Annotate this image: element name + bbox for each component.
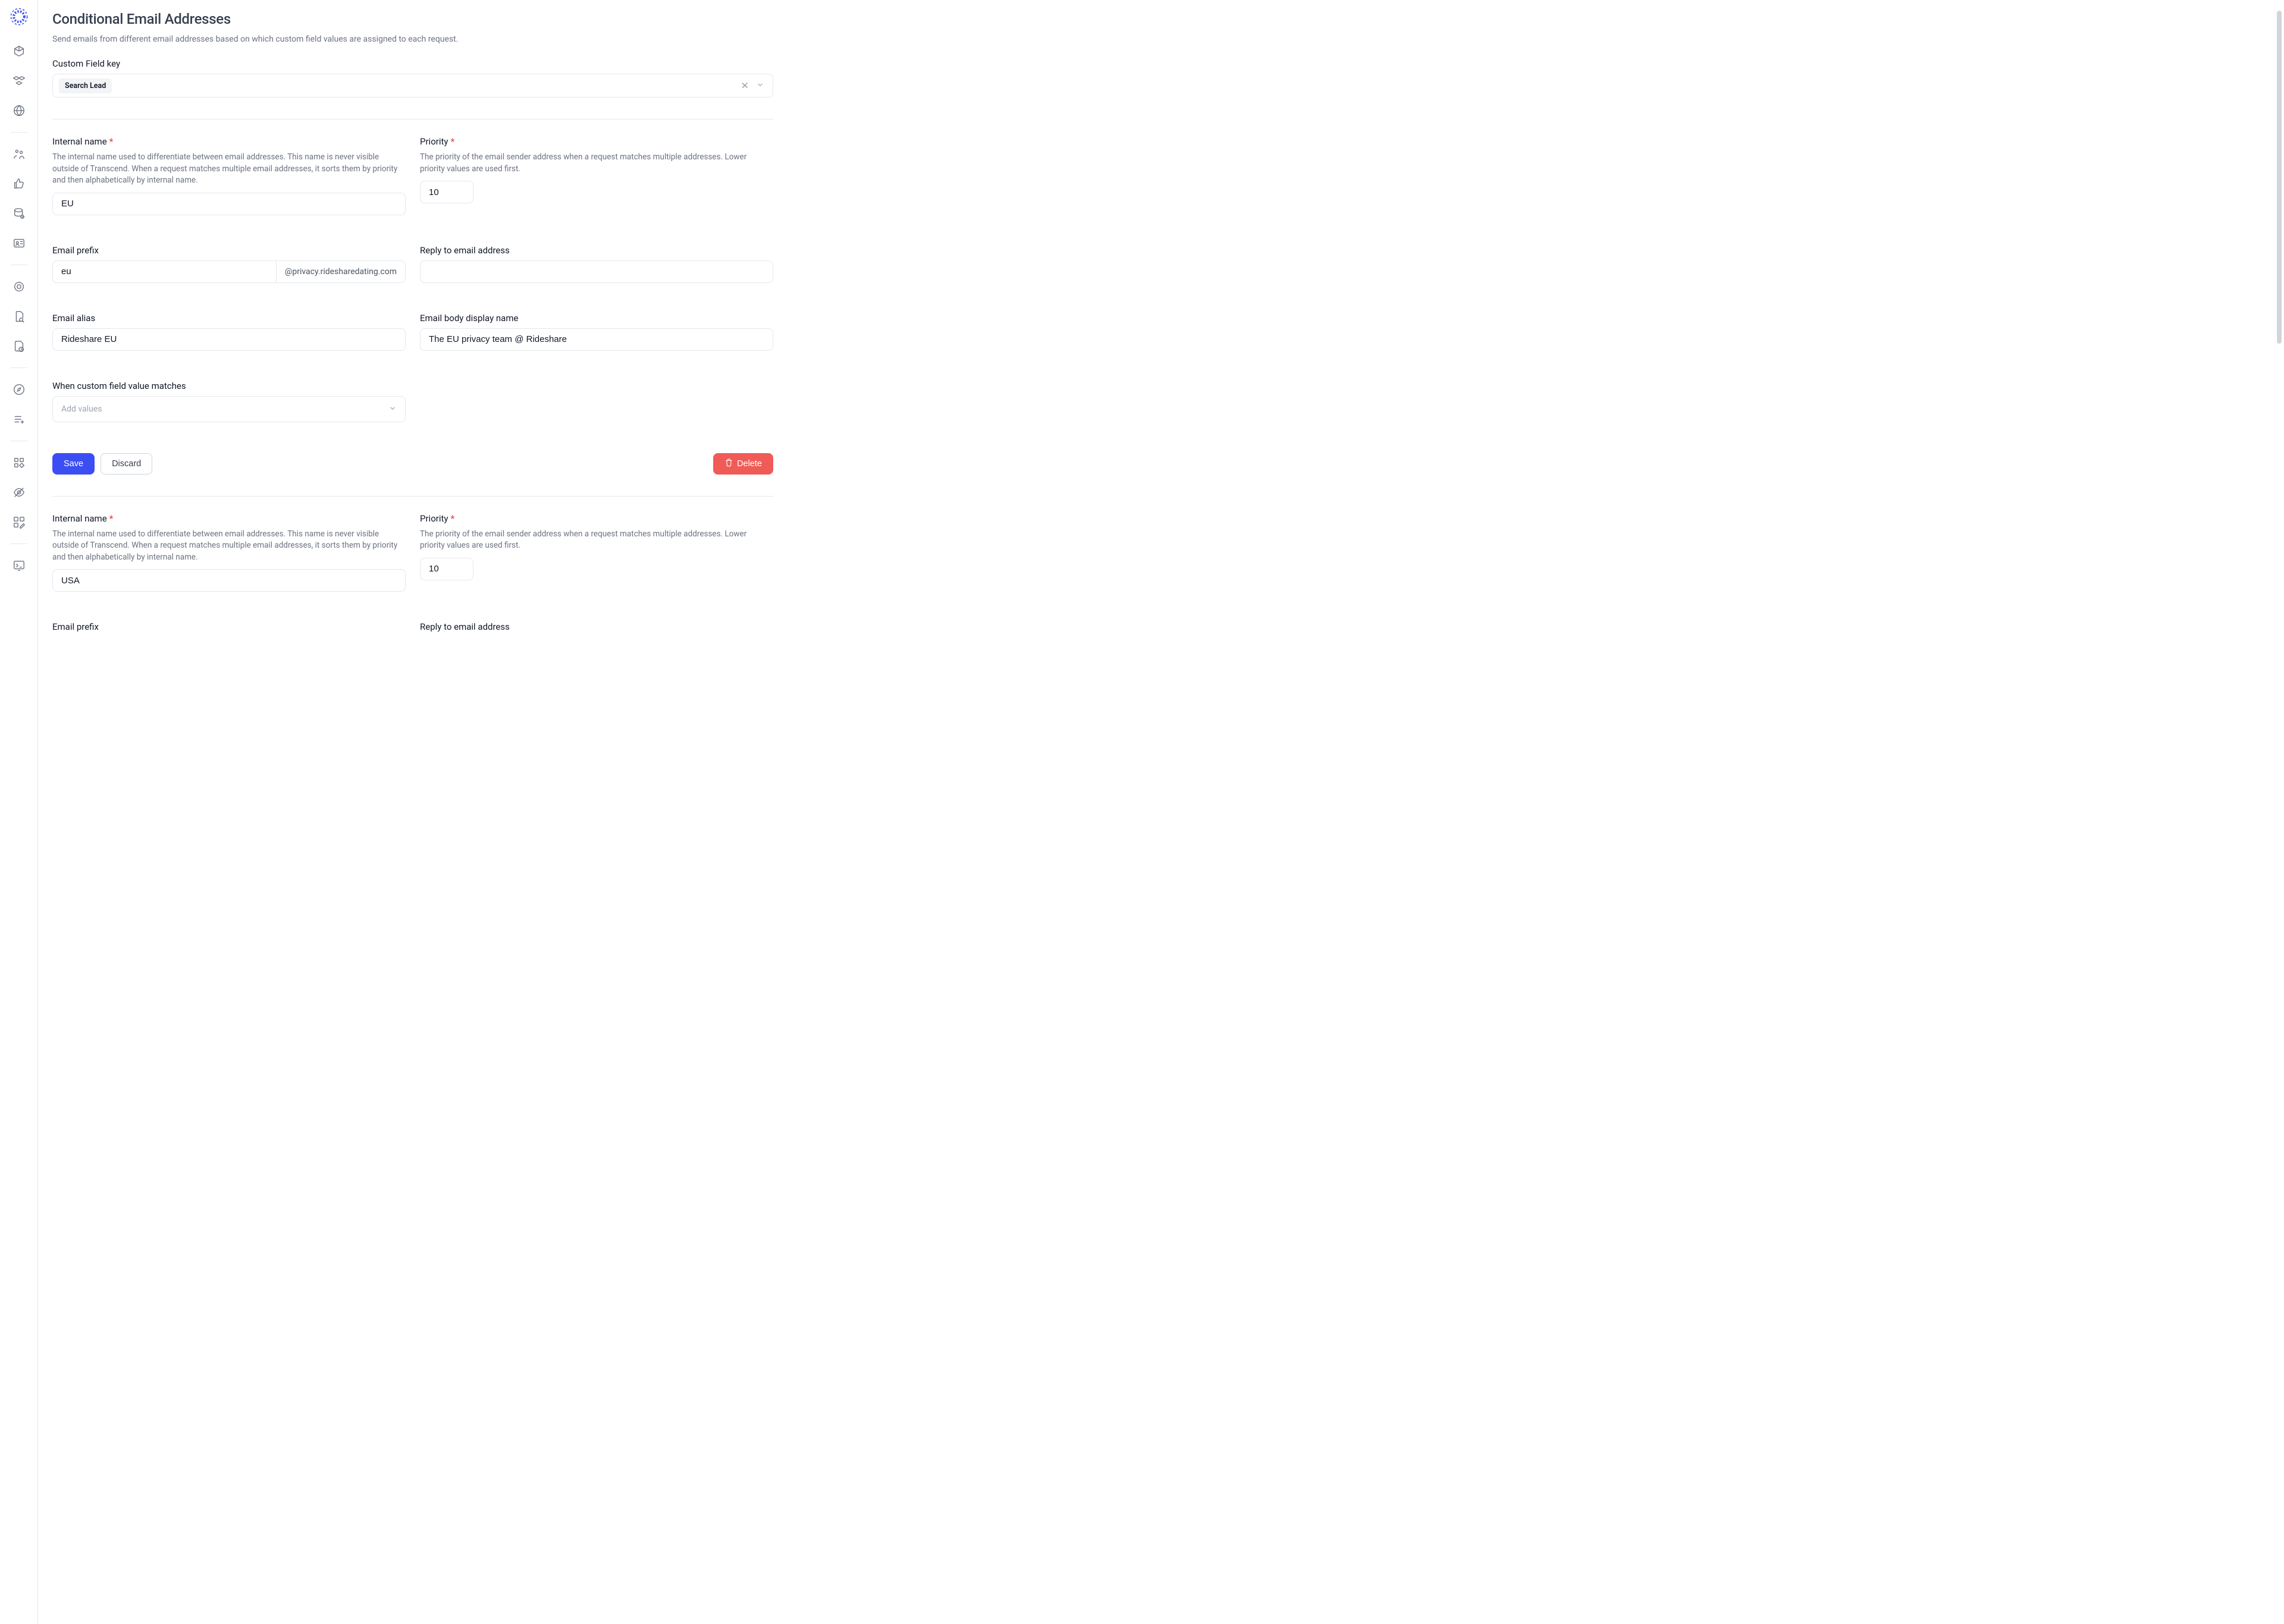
nav-globe-icon[interactable] <box>6 98 32 124</box>
discard-button[interactable]: Discard <box>101 453 152 475</box>
custom-field-key-select[interactable]: Search Lead ✕ <box>52 74 773 98</box>
nav-widgets-icon[interactable] <box>6 450 32 476</box>
priority-label-text: Priority <box>420 513 448 524</box>
nav-database-icon[interactable] <box>6 200 32 227</box>
custom-field-key-chip: Search Lead <box>59 78 112 93</box>
nav-search-icon[interactable] <box>6 274 32 300</box>
internal-name-input[interactable] <box>52 193 406 215</box>
priority-field: Priority* The priority of the email send… <box>420 136 773 203</box>
page-description: Send emails from different email address… <box>52 34 773 44</box>
matches-select[interactable]: Add values <box>52 396 406 422</box>
nav-eyeoff-icon[interactable] <box>6 479 32 505</box>
reply-to-field: Reply to email address <box>420 245 773 283</box>
reply-to-input[interactable] <box>420 260 773 283</box>
priority-label: Priority* <box>420 513 773 524</box>
nav-idcard-icon[interactable] <box>6 230 32 256</box>
email-prefix-field: Email prefix @privacy.ridesharedating.co… <box>52 245 406 283</box>
priority-input[interactable] <box>420 558 473 580</box>
main-content: Conditional Email Addresses Send emails … <box>38 0 2284 1624</box>
nav-people-icon[interactable] <box>6 141 32 167</box>
delete-button-label: Delete <box>737 459 762 469</box>
nav-separator <box>11 132 27 133</box>
email-prefix-input[interactable] <box>52 260 277 283</box>
internal-name-label-text: Internal name <box>52 513 107 524</box>
email-alias-input[interactable] <box>52 328 406 351</box>
conditional-email-entry: Internal name* The internal name used to… <box>52 513 773 637</box>
nav-file-clock-icon[interactable] <box>6 333 32 359</box>
nav-thumbsup-icon[interactable] <box>6 171 32 197</box>
priority-help: The priority of the email sender address… <box>420 152 773 175</box>
page-title: Conditional Email Addresses <box>52 11 773 27</box>
internal-name-label: Internal name* <box>52 136 406 147</box>
required-asterisk: * <box>450 136 454 147</box>
matches-placeholder: Add values <box>61 404 102 414</box>
email-prefix-label: Email prefix <box>52 621 406 632</box>
email-alias-field: Email alias <box>52 313 406 351</box>
reply-to-field: Reply to email address <box>420 621 773 637</box>
conditional-email-entry: Internal name* The internal name used to… <box>52 136 773 475</box>
body-display-input[interactable] <box>420 328 773 351</box>
nav-compass-icon[interactable] <box>6 376 32 403</box>
entry-button-row: Save Discard Delete <box>52 453 773 475</box>
reply-to-label: Reply to email address <box>420 245 773 256</box>
internal-name-help: The internal name used to differentiate … <box>52 529 406 564</box>
body-display-field: Email body display name <box>420 313 773 351</box>
chevron-down-icon[interactable] <box>756 80 764 92</box>
priority-field: Priority* The priority of the email send… <box>420 513 773 580</box>
scrollbar-thumb[interactable] <box>2277 11 2282 344</box>
priority-label-text: Priority <box>420 136 448 147</box>
section-divider <box>52 496 773 497</box>
trash-icon <box>724 458 733 469</box>
matches-field: When custom field value matches Add valu… <box>52 381 406 422</box>
priority-label: Priority* <box>420 136 773 147</box>
email-prefix-label: Email prefix <box>52 245 406 256</box>
internal-name-label-text: Internal name <box>52 136 107 147</box>
sidebar <box>0 0 38 1624</box>
section-divider <box>52 119 773 120</box>
email-prefix-field: Email prefix <box>52 621 406 637</box>
required-asterisk: * <box>450 513 454 524</box>
nav-file-search-icon[interactable] <box>6 303 32 329</box>
custom-field-key-block: Custom Field key Search Lead ✕ <box>52 58 773 98</box>
delete-button[interactable]: Delete <box>713 453 773 475</box>
nav-listplus-icon[interactable] <box>6 406 32 432</box>
save-button[interactable]: Save <box>52 453 95 475</box>
custom-field-key-label: Custom Field key <box>52 58 773 69</box>
body-display-label: Email body display name <box>420 313 773 323</box>
nav-cube-icon[interactable] <box>6 38 32 64</box>
required-asterisk: * <box>109 136 114 147</box>
matches-label: When custom field value matches <box>52 381 406 391</box>
internal-name-help: The internal name used to differentiate … <box>52 152 406 187</box>
nav-separator <box>11 367 27 368</box>
required-asterisk: * <box>109 513 114 524</box>
app-logo[interactable] <box>10 7 29 26</box>
chevron-down-icon[interactable] <box>388 403 397 414</box>
nav-cubes-icon[interactable] <box>6 68 32 94</box>
nav-terminal-icon[interactable] <box>6 552 32 579</box>
email-domain-suffix: @privacy.ridesharedating.com <box>277 260 406 283</box>
priority-help: The priority of the email sender address… <box>420 529 773 552</box>
internal-name-label: Internal name* <box>52 513 406 524</box>
clear-icon[interactable]: ✕ <box>741 80 749 92</box>
internal-name-field: Internal name* The internal name used to… <box>52 136 406 215</box>
internal-name-field: Internal name* The internal name used to… <box>52 513 406 592</box>
priority-input[interactable] <box>420 181 473 203</box>
email-alias-label: Email alias <box>52 313 406 323</box>
nav-grid-edit-icon[interactable] <box>6 509 32 535</box>
reply-to-label: Reply to email address <box>420 621 773 632</box>
internal-name-input[interactable] <box>52 569 406 592</box>
